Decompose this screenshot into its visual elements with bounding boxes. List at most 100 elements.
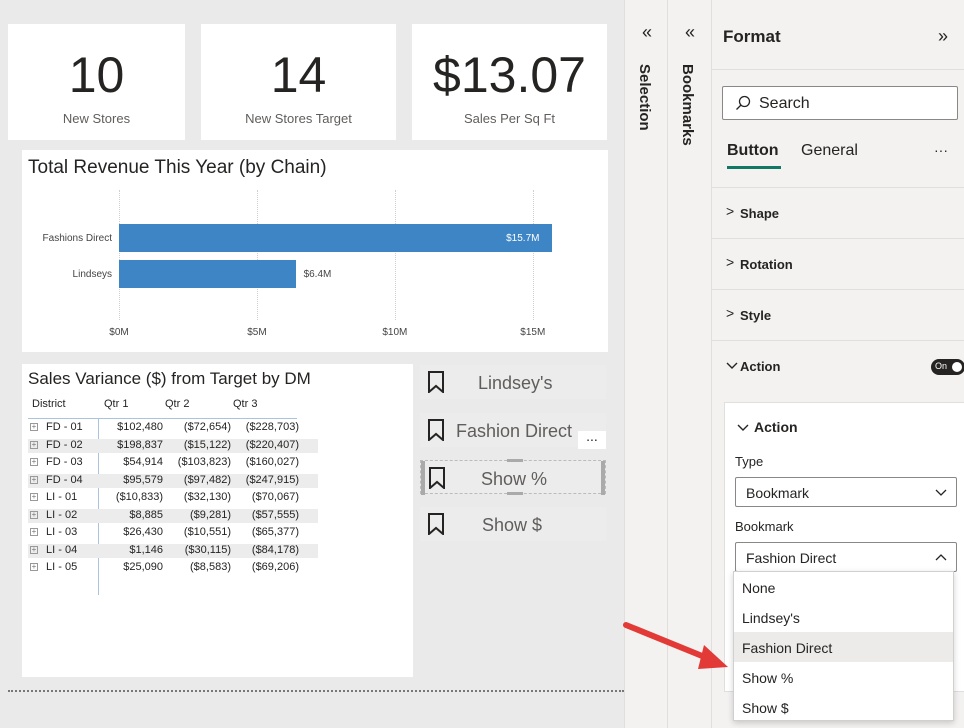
table-cell: ($10,833) (115, 491, 163, 503)
expand-icon[interactable]: + (30, 545, 38, 554)
table-row[interactable]: + LI - 02 $8,885 ($9,281) ($57,555) (28, 508, 318, 523)
table-cell: ($70,067) (251, 491, 299, 503)
report-canvas: 10 New Stores 14 New Stores Target $13.0… (0, 0, 624, 728)
expand-icon[interactable]: + (30, 528, 38, 536)
bookmark-button-show-percent[interactable]: Show % (420, 459, 606, 495)
kpi-card-new-stores[interactable]: 10 New Stores (8, 24, 185, 140)
kpi-label: New Stores (62, 111, 131, 126)
table-row[interactable]: + FD - 03 $54,914 ($103,823) ($160,027) (28, 456, 318, 470)
table-cell: $25,090 (123, 561, 163, 573)
kpi-label: New Stores Target (245, 111, 352, 126)
bar[interactable] (119, 260, 296, 288)
column-header-district[interactable]: District (32, 398, 66, 410)
tab-button[interactable]: Button (727, 142, 779, 160)
table-cell: LI - 01 (46, 491, 78, 503)
button-label: Lindsey's (478, 373, 553, 393)
expand-icon[interactable]: + (30, 493, 38, 501)
chart-gridline (532, 190, 534, 320)
table-cell: $8,885 (129, 508, 163, 521)
more-options-icon[interactable]: ··· (934, 142, 948, 158)
dropdown-option-none[interactable]: None (734, 572, 953, 602)
sales-variance-table[interactable]: Sales Variance ($) from Target by DM Dis… (22, 364, 413, 677)
chart-gridline (119, 190, 120, 320)
selection-handle[interactable] (601, 461, 605, 495)
bookmark-select[interactable]: Fashion Direct (735, 542, 957, 572)
bookmark-icon (428, 419, 444, 441)
table-row[interactable]: + LI - 03 $26,430 ($10,551) ($65,377) (28, 526, 318, 540)
table-cell: FD - 04 (46, 473, 83, 486)
more-options-icon[interactable]: ... (578, 429, 606, 449)
section-action[interactable]: Action On (712, 340, 964, 392)
kpi-card-new-stores-target[interactable]: 14 New Stores Target (201, 24, 396, 140)
tab-general[interactable]: General (801, 142, 858, 160)
bookmark-icon (428, 371, 444, 393)
dropdown-option-show-dollar[interactable]: Show $ (734, 692, 953, 722)
section-shape[interactable]: > Shape (712, 187, 964, 238)
header-divider (28, 418, 297, 419)
table-cell: ($10,551) (183, 526, 231, 538)
section-label: Style (740, 308, 772, 323)
table-row[interactable]: + FD - 02 $198,837 ($15,122) ($220,407) (28, 438, 318, 453)
selection-handle[interactable] (507, 492, 523, 495)
type-select[interactable]: Bookmark (735, 477, 957, 507)
expand-icon[interactable]: + (30, 475, 38, 484)
bookmark-button-lindseys[interactable]: Lindsey's (420, 365, 606, 399)
dropdown-option-fashion-direct[interactable]: Fashion Direct (734, 632, 953, 662)
dropdown-option-show-percent[interactable]: Show % (734, 662, 953, 692)
table-cell: ($220,407) (245, 438, 299, 451)
bookmark-button-show-dollar[interactable]: Show $ (420, 507, 606, 541)
table-cell: ($72,654) (183, 421, 231, 433)
table-row[interactable]: + LI - 05 $25,090 ($8,583) ($69,206) (28, 561, 318, 575)
selection-pane-label[interactable]: Selection (636, 64, 653, 131)
table-cell: FD - 01 (46, 421, 83, 433)
expand-icon[interactable]: + (30, 510, 38, 519)
expand-chevron-icon[interactable]: « (670, 22, 710, 43)
dropdown-option-lindseys[interactable]: Lindsey's (734, 602, 953, 632)
x-tick-label: $0M (109, 327, 129, 338)
bar[interactable] (119, 224, 553, 252)
table-cell: $1,146 (129, 543, 163, 556)
table-cell: ($65,377) (251, 526, 299, 538)
bookmark-icon (428, 513, 444, 535)
expand-icon[interactable]: + (30, 423, 38, 431)
expand-chevron-icon[interactable]: « (627, 22, 667, 43)
chevron-down-icon (935, 489, 947, 496)
chevron-up-icon (935, 554, 947, 561)
chevron-right-icon: > (726, 305, 735, 321)
format-pane-title: Format (723, 27, 781, 46)
expand-icon[interactable]: + (30, 440, 38, 449)
expand-icon[interactable]: + (30, 458, 38, 466)
selection-handle[interactable] (507, 459, 523, 462)
table-cell: ($8,583) (190, 561, 231, 573)
table-cell: ($30,115) (184, 543, 231, 556)
type-label: Type (735, 454, 764, 469)
chevron-down-icon[interactable] (737, 424, 749, 432)
button-label: Fashion Direct (456, 421, 573, 441)
selection-handle[interactable] (421, 461, 425, 495)
table-row[interactable]: + FD - 04 $95,579 ($97,482) ($247,915) (28, 473, 318, 488)
option-label: Lindsey's (742, 610, 800, 626)
kpi-value: 10 (68, 47, 125, 103)
table-cell: ($84,178) (251, 543, 299, 556)
collapse-pane-chevron-icon[interactable]: » (938, 26, 948, 47)
table-row[interactable]: + LI - 04 $1,146 ($30,115) ($84,178) (28, 543, 318, 558)
action-toggle[interactable]: On (931, 359, 964, 375)
expand-icon[interactable]: + (30, 563, 38, 571)
kpi-value: 14 (270, 47, 327, 103)
section-rotation[interactable]: > Rotation (712, 238, 964, 289)
table-cell: ($9,281) (190, 508, 231, 521)
bookmark-button-fashion-direct[interactable]: Fashion Direct ... (420, 413, 606, 449)
column-header-qtr1[interactable]: Qtr 1 (104, 398, 128, 410)
revenue-bar-chart[interactable]: Total Revenue This Year (by Chain) $0M $5… (22, 150, 608, 352)
column-header-qtr3[interactable]: Qtr 3 (233, 398, 257, 410)
table-cell: LI - 03 (46, 526, 78, 538)
chevron-right-icon: > (726, 254, 735, 270)
table-row[interactable]: + FD - 01 $102,480 ($72,654) ($228,703) (28, 421, 318, 435)
kpi-card-sales-per-sq-ft[interactable]: $13.07 Sales Per Sq Ft (412, 24, 607, 140)
column-header-qtr2[interactable]: Qtr 2 (165, 398, 189, 410)
bookmarks-pane-label[interactable]: Bookmarks (679, 64, 696, 146)
bookmark-select-value: Fashion Direct (746, 550, 837, 566)
search-input[interactable]: Search (722, 86, 958, 120)
section-style[interactable]: > Style (712, 289, 964, 340)
table-row[interactable]: + LI - 01 ($10,833) ($32,130) ($70,067) (28, 491, 318, 505)
